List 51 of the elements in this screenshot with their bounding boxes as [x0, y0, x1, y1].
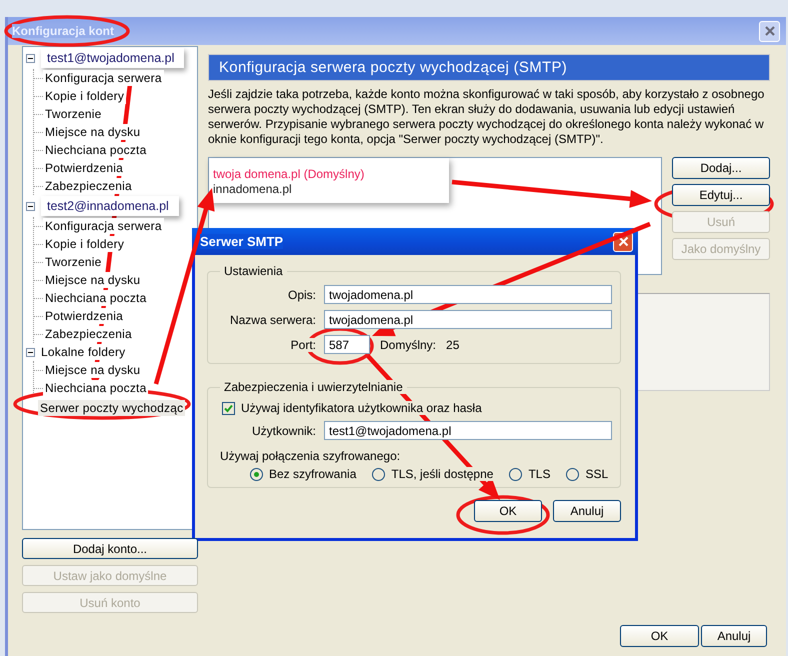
tree-item[interactable]: Miejsce na dysku [43, 124, 142, 140]
default-port: 25 [446, 338, 460, 352]
tree-item[interactable]: Potwierdzenia [43, 160, 125, 176]
collapse-icon[interactable] [26, 348, 35, 356]
tree-item[interactable]: Konfiguracja serwera [43, 70, 164, 86]
tree-item[interactable]: Kopie i foldery [43, 88, 126, 104]
footer-button[interactable]: Anuluj [701, 625, 767, 647]
account-button[interactable]: Dodaj konto... [22, 538, 198, 559]
tree-item[interactable]: Niechciana poczta [43, 142, 148, 158]
default-label: Domyślny: [380, 338, 436, 352]
close-icon [764, 25, 776, 37]
server-button[interactable]: Dodaj... [672, 157, 770, 179]
encryption-label: Używaj połączenia szyfrowanego: [220, 449, 402, 463]
tree-item[interactable]: Zabezpieczenia [43, 178, 134, 194]
account-label[interactable]: test2@innadomena.pl [41, 196, 179, 216]
tree-item[interactable]: Niechciana poczta [43, 380, 148, 396]
tree-item[interactable]: Serwer poczty wychodząc [38, 400, 186, 416]
radio-label: TLS [528, 467, 550, 481]
port-field[interactable]: 587 [324, 335, 370, 354]
radio-button[interactable] [566, 468, 580, 480]
folder-label[interactable]: Lokalne foldery [39, 344, 128, 360]
dialog-button[interactable]: Anuluj [553, 500, 621, 522]
dialog-title: Serwer SMTP [200, 234, 284, 249]
radio-button[interactable] [372, 468, 386, 480]
tree-item[interactable]: Potwierdzenia [43, 308, 125, 324]
window-title: Konfiguracja kont [12, 24, 114, 38]
tree-item[interactable]: Miejsce na dysku [43, 362, 142, 378]
radio-button[interactable] [250, 468, 263, 480]
close-icon [618, 236, 628, 247]
panel-heading: Konfiguracja serwera poczty wychodzącej (SMTP) [208, 54, 770, 81]
input-field[interactable]: twojadomena.pl [324, 310, 612, 329]
tree-item[interactable]: Kopie i foldery [43, 236, 126, 252]
close-button[interactable] [759, 20, 780, 42]
collapse-icon[interactable] [26, 202, 35, 210]
dialog-button[interactable]: OK [474, 500, 542, 522]
input-field[interactable]: twojadomena.pl [324, 285, 612, 304]
checkbox[interactable] [222, 402, 235, 414]
radio-label: SSL [585, 467, 608, 481]
account-label[interactable]: test1@twojadomena.pl [41, 48, 184, 68]
footer-button[interactable]: OK [620, 625, 699, 647]
tree-item[interactable]: Niechciana poczta [43, 290, 148, 306]
collapse-icon[interactable] [26, 54, 35, 62]
description-text: Jeśli zajdzie taka potrzeba, każde konto można skonfigurować w taki sposób, aby korzystało z osobnego serwera poczty wychodzącej (SMTP). Ten ekran służy do dodawania, usuwania lub edycji ustawień serwerów. Przypisanie wybranego serwera poczty wychodzącej do określonego konta należy wykonać w oknie konfiguracji tego konta, opcja "Serwer poczty wychodzącej (SMTP)". [208, 87, 766, 147]
radio-label: TLS, jeśli dostępne [391, 467, 494, 481]
input-field[interactable]: test1@twojadomena.pl [324, 421, 612, 440]
tree-item[interactable]: Zabezpieczenia [43, 326, 134, 342]
radio-button[interactable] [509, 468, 522, 480]
tree-item[interactable]: Miejsce na dysku [43, 272, 142, 288]
checkbox-label: Używaj identyfikatora użytkownika oraz hasła [241, 401, 482, 415]
tree-item[interactable]: Konfiguracja serwera [43, 218, 164, 234]
radio-label: Bez szyfrowania [269, 467, 356, 481]
